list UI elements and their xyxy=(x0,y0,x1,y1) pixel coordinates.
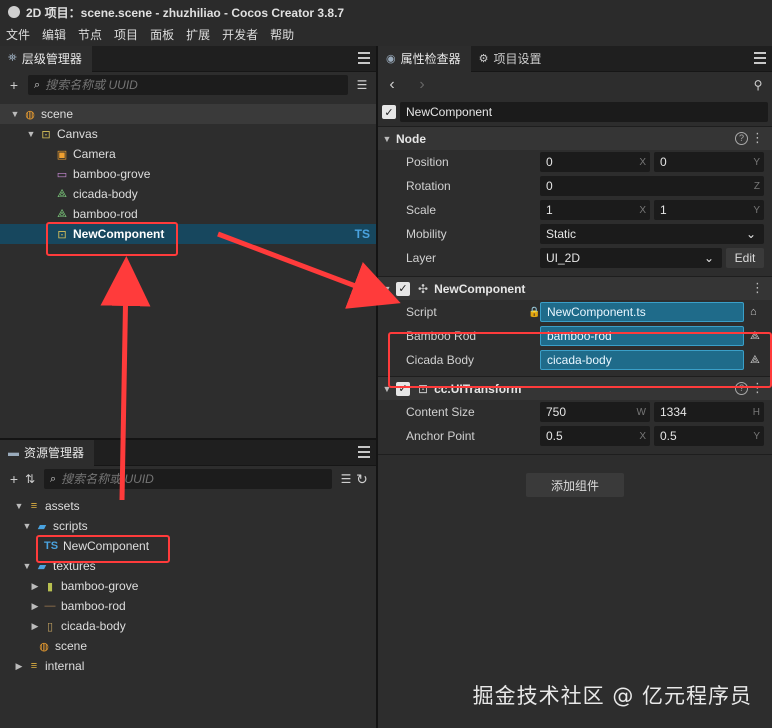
annotation-arrows xyxy=(100,231,401,501)
watermark: 掘金技术社区 @ 亿元程序员 xyxy=(472,684,752,708)
arrow-to-component xyxy=(217,231,401,309)
arrow-up-to-node xyxy=(100,256,151,501)
